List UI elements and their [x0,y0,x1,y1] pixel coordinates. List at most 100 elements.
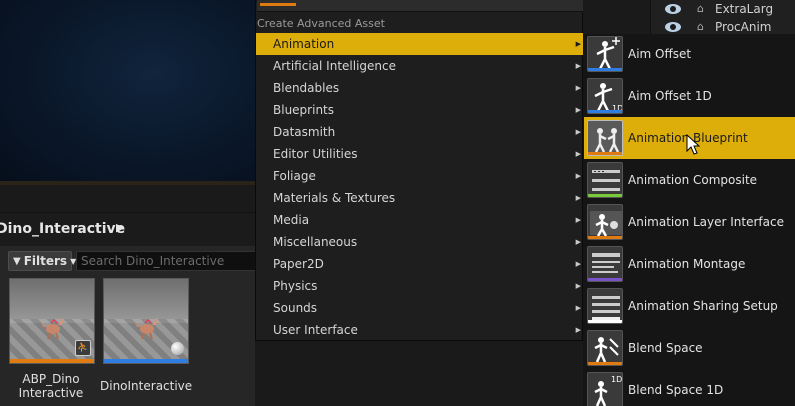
submenu-arrow-icon: ▶ [575,304,581,312]
asset-name-line: Interactive [18,386,84,400]
submenu-arrow-icon: ▶ [575,216,581,224]
menu-item-animation[interactable]: Animation ▶ [256,33,583,55]
submenu-item-label: Blend Space 1D [628,383,724,397]
menu-item-label: Blendables [273,81,340,95]
asset-name: ABP_Dino Interactive [6,372,96,400]
actor-icon: ⌂ [697,2,704,15]
submenu-item-label: Blend Space [628,341,703,355]
submenu-item-aim-offset[interactable]: Aim Offset [584,33,795,75]
filters-label: Filters [23,254,68,268]
menu-item-label: Artificial Intelligence [273,59,396,73]
submenu-item-label: Aim Offset 1D [628,89,712,103]
asset-name-line: ABP_Dino [22,372,80,386]
blend-space-1d-icon: 1D [587,372,623,406]
menu-item-label: Paper2D [273,257,324,271]
submenu-item-label: Aim Offset [628,47,692,61]
menu-item-user-interface[interactable]: User Interface ▶ [256,319,583,341]
asset-type-bar [10,359,94,363]
aim-offset-icon [587,36,623,72]
menu-item-label: Datasmith [273,125,336,139]
submenu-arrow-icon: ▶ [575,106,581,114]
submenu-item-blend-space[interactable]: Blend Space [584,327,795,369]
menu-item-label: Miscellaneous [273,235,358,249]
submenu-arrow-icon: ▶ [575,260,581,268]
menu-item-label: Animation [273,37,335,51]
submenu-item-animation-composite[interactable]: Animation Composite [584,159,795,201]
mesh-sphere-icon [171,342,184,355]
submenu-arrow-icon: ▶ [575,282,581,290]
menu-item-artificial-intelligence[interactable]: Artificial Intelligence ▶ [256,55,583,77]
menu-item-label: Sounds [273,301,318,315]
viewport-border [0,181,255,185]
asset-tile[interactable] [103,278,189,364]
submenu-arrow-icon: ▶ [575,40,581,48]
actor-icon: ⌂ [697,20,704,33]
menu-item-label: Blueprints [273,103,335,117]
submenu-arrow-icon: ▶ [575,194,581,202]
eye-icon[interactable] [665,22,681,32]
menu-item-blendables[interactable]: Blendables ▶ [256,77,583,99]
submenu-arrow-icon: ▶ [575,84,581,92]
menu-item-label: Editor Utilities [273,147,358,161]
animation-layer-interface-icon [587,204,623,240]
outliner-row-label: ExtraLarg [715,2,774,16]
submenu-item-animation-montage[interactable]: Animation Montage [584,243,795,285]
menu-item-physics[interactable]: Physics ▶ [256,275,583,297]
menu-item-label: Foliage [273,169,316,183]
menu-section-title: Create Advanced Asset [257,17,385,30]
menu-item-materials-textures[interactable]: Materials & Textures ▶ [256,187,583,209]
menu-item-miscellaneous[interactable]: Miscellaneous ▶ [256,231,583,253]
aim-offset-1d-icon: 1D [587,78,623,114]
submenu-item-animation-sharing-setup[interactable]: Animation Sharing Setup [584,285,795,327]
menu-item-sounds[interactable]: Sounds ▶ [256,297,583,319]
submenu-arrow-icon: ▶ [575,150,581,158]
asset-type-bar [104,359,188,363]
folder-path[interactable]: Dino_Interactive [0,221,125,237]
menu-item-editor-utilities[interactable]: Editor Utilities ▶ [256,143,583,165]
search-input[interactable]: Search Dino_Interactive [76,251,256,271]
menu-item-blueprints[interactable]: Blueprints ▶ [256,99,583,121]
animation-sharing-setup-icon [587,288,623,324]
svg-text:1D: 1D [611,375,622,384]
animation-blueprint-badge-icon: ⛹ [75,340,91,356]
outliner-row-label: ProcAnim [715,20,772,34]
path-arrow-icon[interactable]: ▶ [116,221,124,234]
submenu-item-label: Animation Composite [628,173,758,187]
menu-item-media[interactable]: Media ▶ [256,209,583,231]
submenu-item-animation-layer-interface[interactable]: Animation Layer Interface [584,201,795,243]
submenu-arrow-icon: ▶ [575,172,581,180]
blend-space-icon [587,330,623,366]
menu-header-bar [257,0,583,12]
submenu-arrow-icon: ▶ [575,326,581,334]
outliner-row[interactable]: ⌂ ExtraLarg [651,0,795,18]
submenu-item-label: Animation Montage [628,257,746,271]
asset-tile[interactable]: ⛹ [9,278,95,364]
submenu-arrow-icon: ▶ [575,238,581,246]
menu-accent [260,3,296,6]
menu-item-label: Physics [273,279,318,293]
world-outliner: ⌂ ExtraLarg ⌂ ProcAnim [650,0,795,34]
funnel-icon: ▼ [13,255,21,267]
menu-item-label: Media [273,213,310,227]
menu-item-foliage[interactable]: Foliage ▶ [256,165,583,187]
submenu-arrow-icon: ▶ [575,128,581,136]
animation-montage-icon [587,246,623,282]
mouse-cursor-icon [686,134,700,155]
submenu-arrow-icon: ▶ [575,62,581,70]
level-viewport[interactable] [0,0,255,185]
animation-blueprint-icon [587,120,623,156]
menu-item-paper2d[interactable]: Paper2D ▶ [256,253,583,275]
submenu-item-blend-space-1d[interactable]: 1D Blend Space 1D [584,369,795,406]
dino-thumbnail-icon [134,317,158,340]
asset-name-line: DinoInteractive [100,379,193,393]
animation-composite-icon [587,162,623,198]
submenu-item-label: Animation Layer Interface [628,215,784,229]
eye-icon[interactable] [665,4,681,14]
menu-item-datasmith[interactable]: Datasmith ▶ [256,121,583,143]
asset-name: DinoInteractive [100,379,193,393]
filters-button[interactable]: ▼ Filters ▼ [8,251,76,271]
submenu-item-label: Animation Sharing Setup [628,299,778,313]
menu-item-label: Materials & Textures [273,191,396,205]
menu-item-label: User Interface [273,323,358,337]
submenu-item-aim-offset-1d[interactable]: 1D Aim Offset 1D [584,75,795,117]
